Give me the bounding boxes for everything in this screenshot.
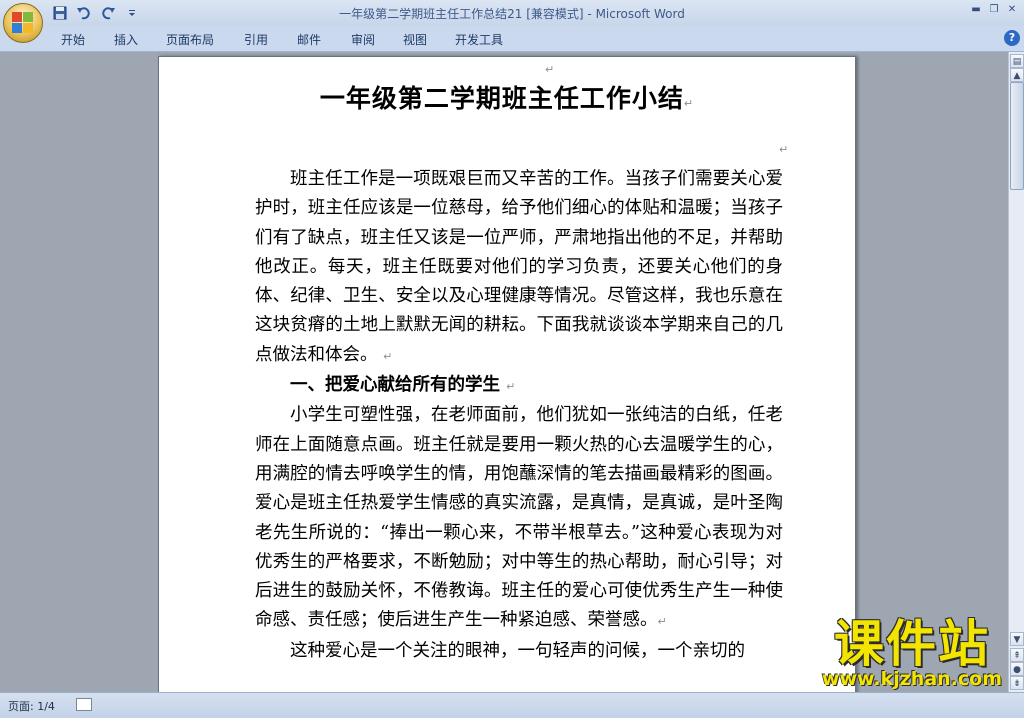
status-bar: 页面: 1/4	[0, 692, 1024, 718]
document-page[interactable]: ↵ 一年级第二学期班主任工作小结↵ ↵ 班主任工作是一项既艰巨而又辛苦的工作。当…	[158, 56, 856, 692]
scroll-down-icon[interactable]: ▼	[1010, 632, 1024, 646]
paragraph-mark: ↵	[779, 143, 789, 156]
restore-icon[interactable]: ❐	[986, 2, 1002, 16]
previous-page-icon[interactable]: ⇞	[1010, 648, 1024, 662]
tab-review[interactable]: 审阅	[351, 31, 375, 48]
office-logo-icon	[12, 12, 34, 34]
title-bar: 一年级第二学期班主任工作总结21 [兼容模式] - Microsoft Word…	[0, 0, 1024, 26]
paragraph-mark: ↵	[506, 380, 516, 394]
document-title-text: 一年级第二学期班主任工作总结21 [兼容模式]	[339, 7, 584, 21]
ruler-toggle-icon[interactable]: ▤	[1010, 54, 1024, 68]
body-paragraph: 小学生可塑性强，在老师面前，他们犹如一张纯洁的白纸，任老师在上面随意点画。班主任…	[255, 401, 783, 636]
paragraph-mark: ↵	[545, 63, 555, 76]
window-title: 一年级第二学期班主任工作总结21 [兼容模式] - Microsoft Word	[0, 5, 1024, 22]
document-workspace: ↵ 一年级第二学期班主任工作小结↵ ↵ 班主任工作是一项既艰巨而又辛苦的工作。当…	[0, 52, 1008, 692]
body-paragraph: 这种爱心是一个关注的眼神，一句轻声的问候，一个亲切的	[255, 637, 783, 666]
next-page-icon[interactable]: ⇟	[1010, 676, 1024, 690]
watermark-logo: 课件站 www.kjzhan.com	[822, 616, 1002, 690]
scrollbar-thumb[interactable]	[1010, 82, 1024, 190]
tab-page-layout[interactable]: 页面布局	[166, 31, 214, 48]
document-body: 班主任工作是一项既艰巨而又辛苦的工作。当孩子们需要关心爱护时，班主任应该是一位慈…	[255, 165, 783, 666]
title-separator: -	[583, 7, 596, 21]
ribbon-tabs: 开始 插入 页面布局 引用 邮件 审阅 视图 开发工具	[0, 26, 1024, 52]
app-name: Microsoft Word	[595, 7, 685, 21]
section-heading-text: 一、把爱心献给所有的学生	[290, 375, 500, 396]
body-paragraph-text: 这种爱心是一个关注的眼神，一句轻声的问候，一个亲切的	[290, 640, 745, 661]
watermark-url: www.kjzhan.com	[821, 668, 1002, 690]
page-indicator[interactable]: 页面: 1/4	[8, 698, 55, 714]
watermark-text: 课件站	[833, 615, 990, 673]
select-browse-object-icon[interactable]: ●	[1010, 662, 1024, 676]
proofing-icon[interactable]	[76, 698, 92, 711]
scroll-up-icon[interactable]: ▲	[1010, 68, 1024, 82]
office-button[interactable]	[3, 3, 43, 43]
window-controls: ▬ ❐ ✕	[968, 2, 1020, 16]
minimize-icon[interactable]: ▬	[968, 2, 984, 16]
tab-view[interactable]: 视图	[403, 31, 427, 48]
paragraph-mark: ↵	[657, 615, 667, 629]
close-icon[interactable]: ✕	[1004, 2, 1020, 16]
body-paragraph-text: 班主任工作是一项既艰巨而又辛苦的工作。当孩子们需要关心爱护时，班主任应该是一位慈…	[255, 169, 783, 365]
tab-references[interactable]: 引用	[244, 31, 268, 48]
help-icon[interactable]: ?	[1004, 30, 1020, 46]
body-paragraph-text: 小学生可塑性强，在老师面前，他们犹如一张纯洁的白纸，任老师在上面随意点画。班主任…	[255, 405, 783, 631]
paragraph-mark: ↵	[383, 349, 393, 363]
tab-insert[interactable]: 插入	[114, 31, 138, 48]
document-heading: 一年级第二学期班主任工作小结↵	[159, 79, 855, 115]
tab-developer[interactable]: 开发工具	[455, 31, 503, 48]
tab-home[interactable]: 开始	[61, 31, 85, 48]
section-heading: 一、把爱心献给所有的学生 ↵	[255, 371, 783, 401]
body-paragraph: 班主任工作是一项既艰巨而又辛苦的工作。当孩子们需要关心爱护时，班主任应该是一位慈…	[255, 165, 783, 371]
paragraph-mark: ↵	[683, 97, 695, 110]
document-heading-text: 一年级第二学期班主任工作小结	[319, 84, 684, 113]
vertical-scrollbar[interactable]: ▤ ▲ ▼ ⇞ ● ⇟	[1008, 52, 1024, 692]
tab-mailings[interactable]: 邮件	[297, 31, 321, 48]
